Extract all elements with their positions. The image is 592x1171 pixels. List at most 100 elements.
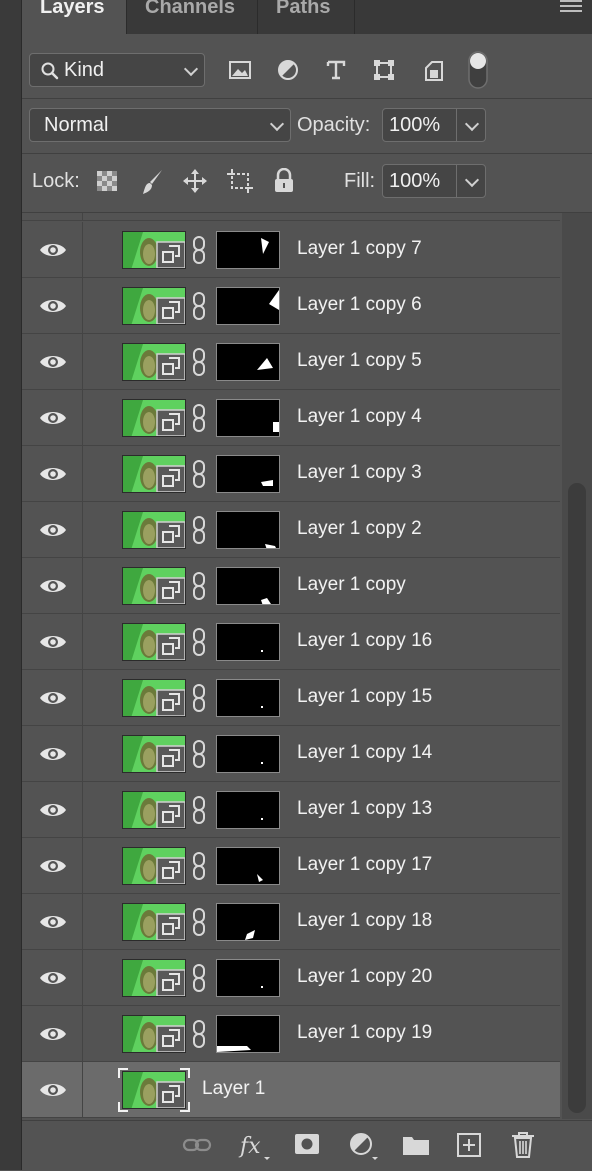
layer-name[interactable]: Layer 1 copy 20 — [297, 966, 432, 988]
layer-row[interactable]: Layer 1 copy 3 — [22, 446, 560, 502]
layer-thumbnail[interactable] — [122, 399, 186, 437]
layer-mask-thumbnail[interactable] — [216, 511, 280, 549]
visibility-column[interactable] — [22, 1062, 83, 1118]
scrollbar-track[interactable] — [562, 213, 592, 1119]
layer-mask-thumbnail[interactable] — [216, 231, 280, 269]
mask-link-icon[interactable] — [192, 348, 206, 381]
mask-link-icon[interactable] — [192, 796, 206, 829]
smart-object-filter-icon[interactable] — [422, 58, 446, 82]
mask-link-icon[interactable] — [192, 964, 206, 997]
layer-thumbnail[interactable] — [122, 679, 186, 717]
mask-link-icon[interactable] — [192, 740, 206, 773]
visibility-column[interactable] — [22, 614, 83, 670]
layer-name[interactable]: Layer 1 copy 2 — [297, 518, 422, 540]
new-group-icon[interactable] — [402, 1133, 430, 1157]
chevron-down-icon[interactable] — [464, 172, 480, 188]
layer-thumbnail[interactable] — [122, 791, 186, 829]
lock-all-icon[interactable] — [273, 168, 295, 194]
mask-link-icon[interactable] — [192, 572, 206, 605]
layer-row[interactable]: Layer 1 copy 15 — [22, 670, 560, 726]
layer-name[interactable]: Layer 1 — [202, 1078, 265, 1100]
mask-link-icon[interactable] — [192, 292, 206, 325]
layer-name[interactable]: Layer 1 copy 5 — [297, 350, 422, 372]
layer-thumbnail[interactable] — [122, 287, 186, 325]
new-layer-icon[interactable] — [456, 1132, 482, 1158]
layer-row[interactable]: Layer 1 copy 19 — [22, 1006, 560, 1062]
image-filter-icon[interactable] — [228, 59, 252, 81]
layer-row[interactable]: Layer 1 copy 2 — [22, 502, 560, 558]
mask-link-icon[interactable] — [192, 460, 206, 493]
layer-row[interactable]: Layer 1 copy 14 — [22, 726, 560, 782]
layer-mask-thumbnail[interactable] — [216, 847, 280, 885]
layer-row[interactable]: Layer 1 copy 16 — [22, 614, 560, 670]
visibility-column[interactable] — [22, 502, 83, 558]
layer-row[interactable]: Layer 1 copy 17 — [22, 838, 560, 894]
filter-toggle-icon[interactable] — [466, 50, 490, 90]
eye-icon[interactable] — [39, 240, 67, 260]
visibility-column[interactable] — [22, 222, 83, 278]
layer-thumbnail[interactable] — [122, 567, 186, 605]
layer-row[interactable]: Layer 1 copy 18 — [22, 894, 560, 950]
eye-icon[interactable] — [39, 520, 67, 540]
layer-name[interactable]: Layer 1 copy 13 — [297, 798, 432, 820]
layer-name[interactable]: Layer 1 copy 6 — [297, 294, 422, 316]
layer-name[interactable]: Layer 1 copy 16 — [297, 630, 432, 652]
chevron-down-icon[interactable] — [464, 116, 480, 132]
layer-mask-thumbnail[interactable] — [216, 455, 280, 493]
layer-row[interactable]: Layer 1 copy 5 — [22, 334, 560, 390]
visibility-column[interactable] — [22, 558, 83, 614]
layer-mask-thumbnail[interactable] — [216, 287, 280, 325]
eye-icon[interactable] — [39, 352, 67, 372]
layer-thumbnail[interactable] — [122, 735, 186, 773]
filter-kind-select[interactable]: Kind — [29, 53, 205, 87]
layer-row[interactable]: Layer 1 copy 20 — [22, 950, 560, 1006]
visibility-column[interactable] — [22, 726, 83, 782]
mask-link-icon[interactable] — [192, 1020, 206, 1053]
mask-link-icon[interactable] — [192, 236, 206, 269]
layer-thumbnail[interactable] — [122, 847, 186, 885]
tab-channels[interactable]: Channels — [127, 0, 257, 34]
visibility-column[interactable] — [22, 894, 83, 950]
layer-thumbnail[interactable] — [122, 959, 186, 997]
layer-mask-thumbnail[interactable] — [216, 735, 280, 773]
mask-link-icon[interactable] — [192, 516, 206, 549]
layer-thumbnail[interactable] — [122, 1015, 186, 1053]
eye-icon[interactable] — [39, 1080, 67, 1100]
mask-link-icon[interactable] — [192, 852, 206, 885]
adjustment-layer-icon[interactable] — [348, 1131, 380, 1163]
eye-icon[interactable] — [39, 688, 67, 708]
lock-artboard-icon[interactable] — [226, 168, 254, 194]
eye-icon[interactable] — [39, 800, 67, 820]
scrollbar-thumb[interactable] — [568, 483, 586, 1113]
add-mask-icon[interactable] — [294, 1133, 320, 1155]
layer-name[interactable]: Layer 1 copy 3 — [297, 462, 422, 484]
blend-mode-select[interactable]: Normal — [29, 108, 291, 142]
visibility-column[interactable] — [22, 950, 83, 1006]
eye-icon[interactable] — [39, 856, 67, 876]
shape-filter-icon[interactable] — [372, 58, 396, 82]
lock-image-pixels-icon[interactable] — [140, 168, 166, 196]
layer-row[interactable]: Layer 1 — [22, 1062, 560, 1118]
link-layers-icon[interactable] — [182, 1133, 212, 1157]
adjustment-filter-icon[interactable] — [276, 58, 300, 82]
visibility-column[interactable] — [22, 334, 83, 390]
fx-icon[interactable]: fx — [238, 1131, 276, 1163]
opacity-field[interactable]: 100% — [382, 108, 486, 142]
visibility-column[interactable] — [22, 278, 83, 334]
layer-name[interactable]: Layer 1 copy 17 — [297, 854, 432, 876]
eye-icon[interactable] — [39, 576, 67, 596]
lock-transparent-pixels-icon[interactable] — [96, 170, 118, 192]
layer-name[interactable]: Layer 1 copy — [297, 574, 406, 596]
visibility-column[interactable] — [22, 446, 83, 502]
eye-icon[interactable] — [39, 632, 67, 652]
layer-thumbnail[interactable] — [122, 343, 186, 381]
lock-position-icon[interactable] — [182, 168, 208, 194]
visibility-column[interactable] — [22, 1006, 83, 1062]
tab-paths[interactable]: Paths — [258, 0, 354, 34]
eye-icon[interactable] — [39, 744, 67, 764]
eye-icon[interactable] — [39, 464, 67, 484]
layer-name[interactable]: Layer 1 copy 4 — [297, 406, 422, 428]
eye-icon[interactable] — [39, 296, 67, 316]
visibility-column[interactable] — [22, 670, 83, 726]
layer-thumbnail[interactable] — [122, 903, 186, 941]
